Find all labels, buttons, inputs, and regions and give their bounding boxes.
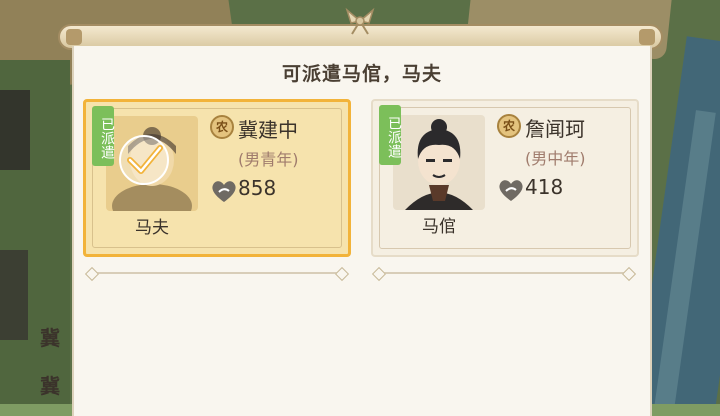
panel-title: 可派遣马倌，马夫 (281, 63, 442, 85)
card-divider (84, 266, 350, 282)
character-score: 858 (238, 176, 277, 200)
dispatched-tag: 已派遣 (92, 106, 115, 166)
heart-icon (497, 177, 525, 203)
heart-icon (210, 178, 238, 204)
card-divider (371, 266, 637, 282)
character-name: 冀建中 (238, 118, 298, 142)
character-desc: (男青年) (238, 150, 299, 169)
check-icon (116, 132, 172, 192)
character-card[interactable]: 已派遣 马倌 农 詹闻珂 (男中年) 418 (371, 99, 639, 257)
character-desc: (男中年) (525, 149, 586, 168)
farmer-badge-icon: 农 (497, 114, 521, 138)
character-card[interactable]: 已派遣 马夫 农 冀建中 (男青年) 858 (83, 99, 351, 257)
role-label: 马倌 (422, 217, 456, 237)
character-score: 418 (525, 175, 564, 199)
role-label: 马夫 (135, 218, 169, 238)
dispatch-panel: 可派遣马倌，马夫 已派遣 马夫 农 冀建中 (男青年) 858 已派遣 马倌 农… (72, 46, 652, 416)
bow-knot-icon (345, 7, 375, 35)
character-portrait (393, 115, 485, 210)
dispatched-tag: 已派遣 (379, 105, 402, 165)
left-list-item[interactable]: 冀 (40, 370, 60, 399)
left-list-item[interactable]: 冀 (40, 322, 60, 351)
character-name: 詹闻珂 (525, 117, 585, 141)
farmer-badge-icon: 农 (210, 115, 234, 139)
